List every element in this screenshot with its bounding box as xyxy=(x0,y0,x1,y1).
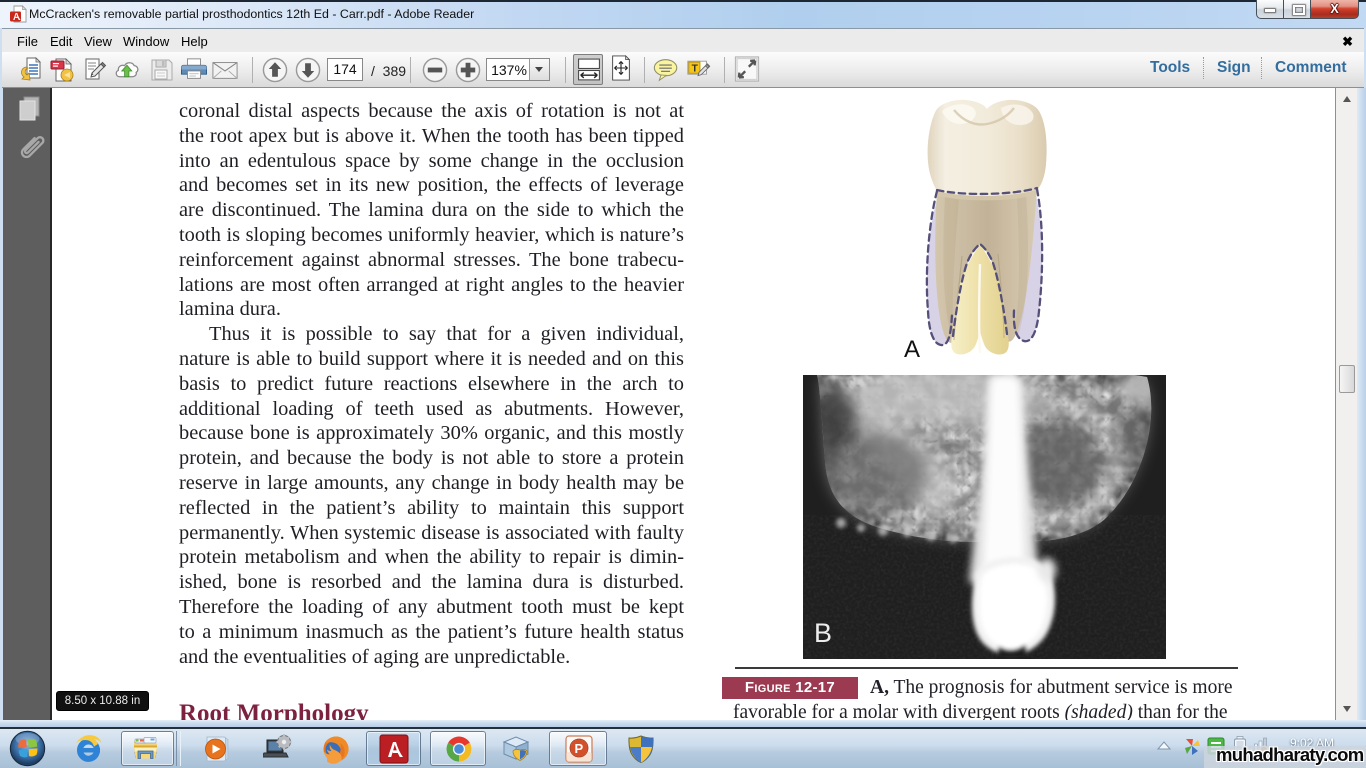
svg-text:T: T xyxy=(692,63,699,74)
svg-text:P: P xyxy=(575,741,584,756)
svg-text:A: A xyxy=(904,336,920,358)
svg-text:B: B xyxy=(814,618,832,648)
